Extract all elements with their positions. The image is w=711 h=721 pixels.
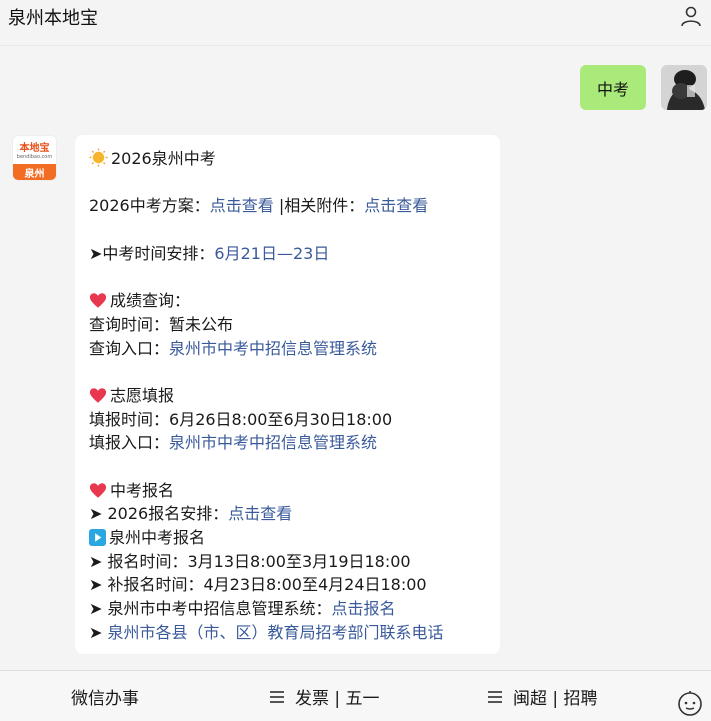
heart-icon: [89, 293, 107, 308]
reg-contact-line: ➤ 泉州市各县（市、区）教育局招考部门联系电话: [89, 621, 486, 645]
menu-item-invoice[interactable]: 发票 | 五一: [270, 671, 380, 721]
reg-heading: 中考报名: [110, 480, 175, 500]
wish-heading: 志愿填报: [110, 385, 175, 405]
reg-sub-heading: 泉州中考报名: [109, 528, 206, 547]
message-title: 2026泉州中考: [111, 149, 216, 168]
logo-sub: bendibao.com: [16, 153, 53, 160]
wish-time-label: 填报时间：: [89, 409, 170, 429]
heart-icon: [89, 388, 107, 403]
reg-plan-line: ➤ 2026报名安排：点击查看: [89, 502, 486, 526]
schedule-label: ➤中考时间安排：: [89, 243, 215, 263]
user-avatar[interactable]: [661, 65, 707, 110]
score-entry-line: 查询入口：泉州市中考中招信息管理系统: [89, 337, 486, 361]
attach-link[interactable]: 点击查看: [364, 196, 428, 215]
score-heading: 成绩查询：: [110, 291, 191, 311]
reg-system-link[interactable]: 点击报名: [332, 599, 396, 618]
reg-system-line: ➤ 泉州市中考中招信息管理系统：点击报名: [89, 597, 486, 621]
schedule-link[interactable]: 6月21日—23日: [214, 244, 329, 263]
bot-avatar[interactable]: 本地宝 bendibao.com 泉州: [12, 135, 57, 181]
message-title-line: 2026泉州中考: [89, 147, 486, 171]
bot-message-bubble: 2026泉州中考 2026中考方案：点击查看 |相关附件：点击查看 ➤中考时间安…: [75, 135, 500, 654]
schedule-line: ➤中考时间安排：6月21日—23日: [89, 242, 486, 266]
plan-line: 2026中考方案：点击查看 |相关附件：点击查看: [89, 194, 486, 218]
reg-heading-line: 中考报名: [89, 479, 486, 503]
plan-label: 2026中考方案：: [89, 196, 210, 216]
score-entry-link[interactable]: 泉州市中考中招信息管理系统: [169, 339, 377, 358]
logo-text: 本地宝: [19, 142, 50, 154]
menu-item-label: 微信办事: [71, 689, 139, 709]
score-heading-line: 成绩查询：: [89, 289, 486, 313]
bot-logo: 本地宝 bendibao.com: [13, 136, 56, 166]
menu-icon: [270, 690, 284, 703]
logo-city: 泉州: [13, 164, 56, 180]
plan-link[interactable]: 点击查看: [210, 196, 274, 215]
reg-makeup-line: ➤ 补报名时间：4月23日8:00至4月24日18:00: [89, 575, 427, 595]
top-bar: 泉州本地宝: [0, 0, 711, 46]
wish-entry-label: 填报入口：: [89, 433, 170, 453]
menu-item-wechat-services[interactable]: 微信办事: [71, 671, 139, 721]
heart-icon: [89, 482, 107, 498]
chat-area[interactable]: 中考 本地宝 bendibao.com 泉州 2026泉州中考 2026中考方案…: [0, 46, 711, 670]
score-entry-label: 查询入口：: [89, 338, 170, 358]
wish-heading-line: 志愿填报: [89, 384, 486, 408]
reg-time-line: ➤ 报名时间：3月13日8:00至3月19日18:00: [89, 551, 411, 571]
play-button-icon: [89, 529, 106, 546]
reg-plan-label: ➤ 2026报名安排：: [89, 504, 229, 524]
robot-icon[interactable]: [677, 690, 703, 716]
menu-item-jobs[interactable]: 闽超 | 招聘: [488, 671, 598, 721]
menu-item-label: 发票 | 五一: [295, 689, 380, 709]
reg-plan-link[interactable]: 点击查看: [228, 504, 292, 523]
reg-system-label: ➤ 泉州市中考中招信息管理系统：: [89, 599, 332, 619]
menu-item-label: 闽超 | 招聘: [513, 689, 598, 709]
reg-contact-prefix: ➤: [89, 622, 108, 642]
sun-icon: [89, 148, 108, 167]
wish-time-line: 填报时间：6月26日8:00至6月30日18:00: [89, 408, 486, 432]
page-title: 泉州本地宝: [8, 8, 98, 29]
wish-entry-line: 填报入口：泉州市中考中招信息管理系统: [89, 431, 486, 455]
user-icon[interactable]: [679, 4, 703, 28]
wish-entry-link[interactable]: 泉州市中考中招信息管理系统: [169, 433, 377, 452]
menu-icon: [488, 690, 502, 703]
wish-time-value: 6月26日8:00至6月30日18:00: [169, 409, 393, 429]
user-message-text: 中考: [596, 79, 629, 99]
bottom-menu-bar: 微信办事 发票 | 五一 闽超 | 招聘: [0, 670, 711, 721]
score-time-label: 查询时间：: [89, 314, 170, 334]
user-message-bubble: 中考: [580, 65, 646, 110]
score-time-value: 暂未公布: [169, 314, 234, 334]
reg-sub-heading-line: 泉州中考报名: [89, 526, 486, 550]
score-time-line: 查询时间：暂未公布: [89, 313, 486, 337]
reg-contact-link[interactable]: 泉州市各县（市、区）教育局招考部门联系电话: [108, 623, 444, 642]
attach-label: |相关附件：: [273, 196, 365, 216]
